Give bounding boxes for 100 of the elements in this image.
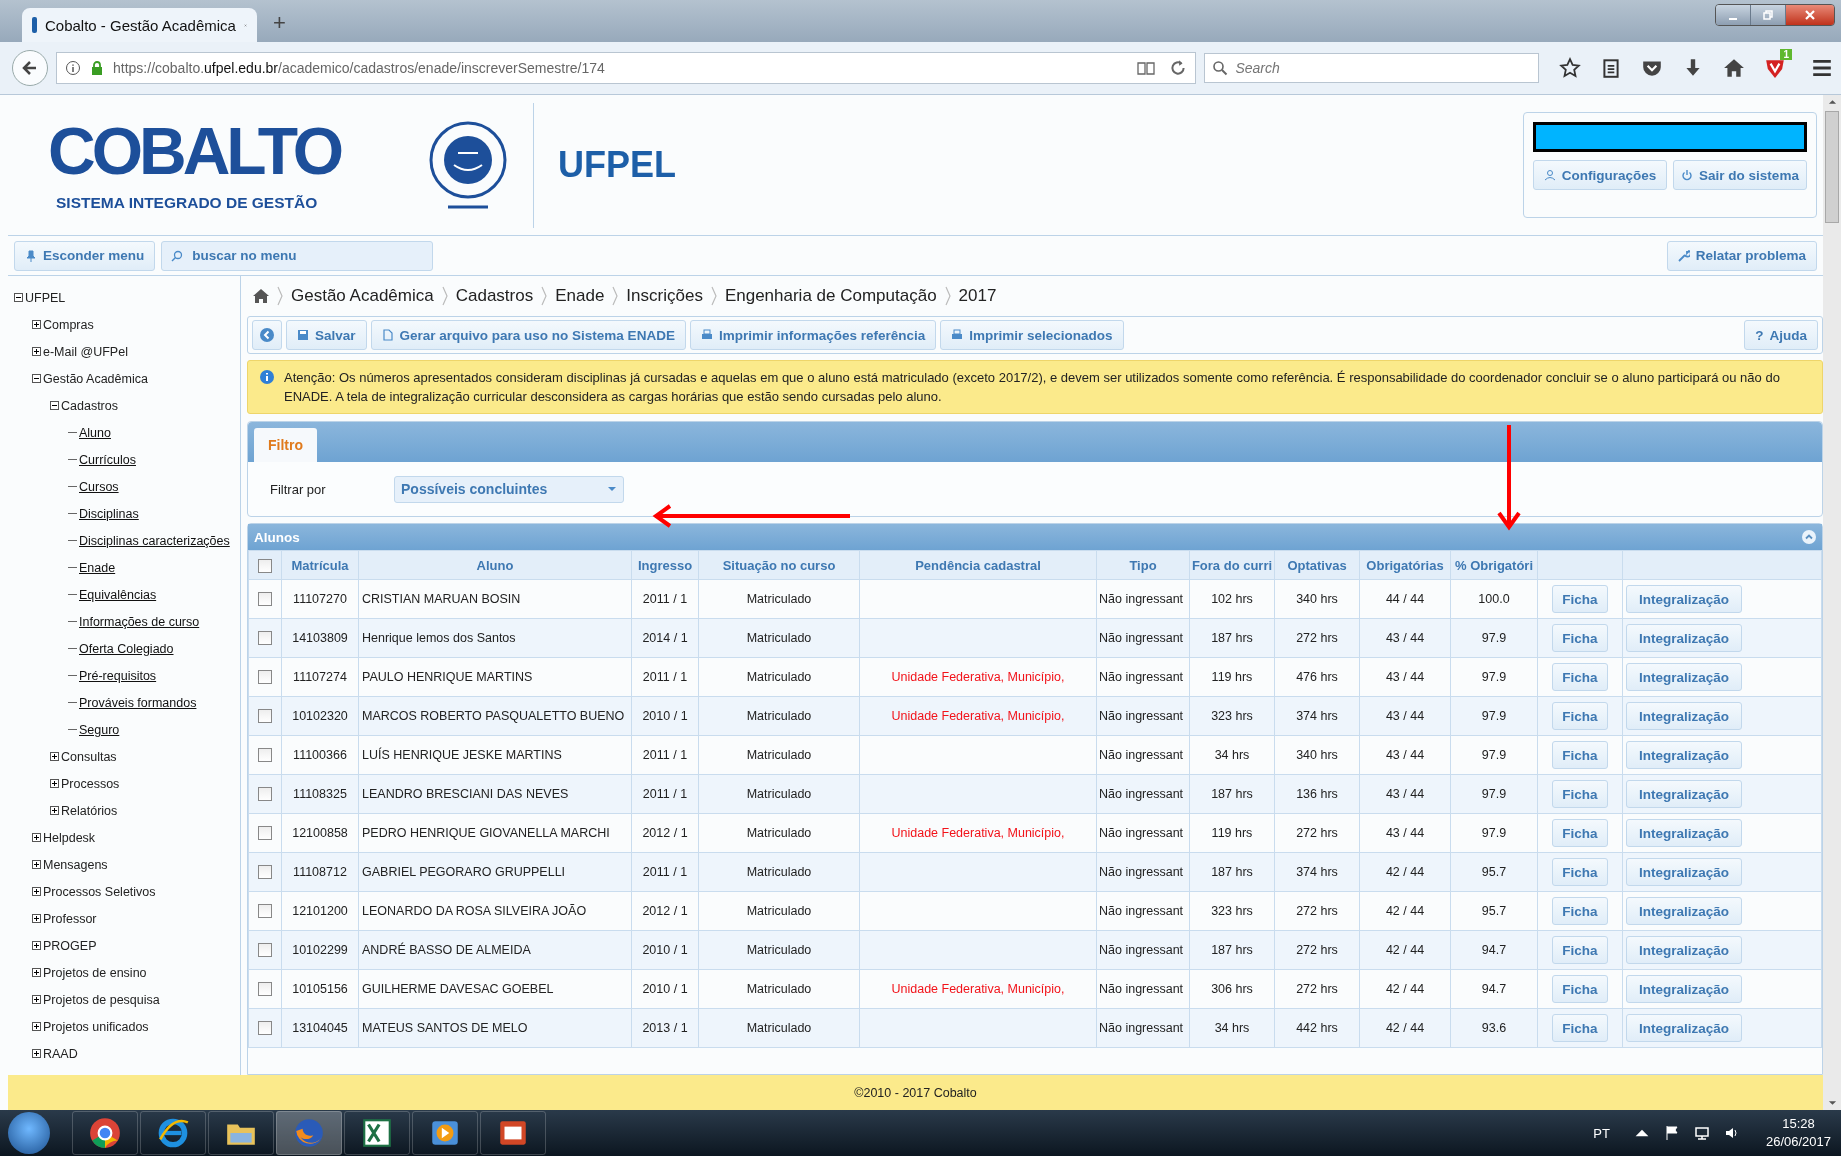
print-button[interactable]: Imprimir informações referência	[689, 320, 937, 350]
record-button[interactable]: Ficha	[1552, 936, 1608, 964]
tree-link[interactable]: Enade	[79, 560, 116, 575]
tree-link[interactable]: Disciplinas caracterizações	[79, 533, 230, 548]
tree-toggle-icon[interactable]	[32, 347, 41, 356]
tree-folder-item[interactable]: Professor	[43, 911, 97, 926]
record-button[interactable]: Ficha	[1552, 741, 1608, 769]
tree-folder-item[interactable]: Cadastros	[61, 398, 118, 413]
reader-view-icon[interactable]	[1137, 59, 1156, 77]
record-button[interactable]: Ficha	[1552, 780, 1608, 808]
home-icon[interactable]	[253, 288, 269, 304]
taskbar-button[interactable]	[140, 1111, 206, 1155]
tree-toggle-icon[interactable]	[32, 914, 41, 923]
filter-tab[interactable]: Filtro	[254, 428, 317, 462]
logout-button[interactable]: Sair do sistema	[1673, 160, 1807, 190]
breadcrumb-link[interactable]: 2017	[958, 286, 997, 306]
tree-toggle-icon[interactable]	[32, 968, 41, 977]
row-checkbox[interactable]	[258, 943, 272, 958]
tree-toggle-icon[interactable]	[32, 833, 41, 842]
record-button[interactable]: Ficha	[1552, 585, 1608, 613]
integration-button[interactable]: Integralização	[1626, 897, 1743, 925]
bookmark-star-icon[interactable]	[1559, 57, 1582, 79]
integration-button[interactable]: Integralização	[1626, 780, 1743, 808]
address-bar[interactable]: https://cobalto.ufpel.edu.br/academico/cadastros/enade/inscreverSemestre/174	[56, 52, 1197, 84]
row-checkbox[interactable]	[258, 709, 272, 724]
column-header[interactable]: Tipo	[1129, 557, 1157, 573]
row-checkbox[interactable]	[258, 592, 272, 607]
tree-link[interactable]: Informações de curso	[79, 614, 200, 629]
row-checkbox[interactable]	[258, 631, 272, 646]
tree-folder-item[interactable]: UFPEL	[25, 290, 66, 305]
tree-toggle-icon[interactable]	[50, 752, 59, 761]
breadcrumb-link[interactable]: Inscrições	[626, 286, 703, 306]
row-checkbox[interactable]	[258, 1021, 272, 1036]
tree-link[interactable]: Currículos	[79, 452, 136, 467]
row-checkbox[interactable]	[258, 826, 272, 841]
tree-toggle-icon[interactable]	[50, 401, 59, 410]
record-button[interactable]: Ficha	[1552, 624, 1608, 652]
integration-button[interactable]: Integralização	[1626, 702, 1743, 730]
integration-button[interactable]: Integralização	[1626, 975, 1743, 1003]
tree-link[interactable]: Aluno	[79, 425, 111, 440]
breadcrumb-link[interactable]: Cadastros	[455, 286, 534, 306]
integration-button[interactable]: Integralização	[1626, 858, 1743, 886]
taskbar-button[interactable]	[72, 1111, 138, 1155]
export-button[interactable]: Gerar arquivo para uso no Sistema ENADE	[370, 320, 686, 350]
clock[interactable]: 15:28 26/06/2017	[1765, 1115, 1831, 1151]
integration-button[interactable]: Integralização	[1626, 1014, 1743, 1042]
record-button[interactable]: Ficha	[1552, 858, 1608, 886]
integration-button[interactable]: Integralização	[1626, 663, 1743, 691]
info-icon[interactable]	[65, 60, 81, 76]
menu-icon[interactable]	[1811, 57, 1833, 79]
flag-icon[interactable]	[1663, 1125, 1680, 1141]
help-button[interactable]: ? Ajuda	[1744, 320, 1818, 350]
row-checkbox[interactable]	[258, 787, 272, 802]
hide-menu-button[interactable]: Esconder menu	[14, 240, 156, 271]
tree-toggle-icon[interactable]	[32, 995, 41, 1004]
browser-tab[interactable]: Cobalto - Gestão Acadêmica	[22, 8, 257, 42]
tree-link[interactable]: Disciplinas	[79, 506, 139, 521]
integration-button[interactable]: Integralização	[1626, 624, 1743, 652]
tree-link[interactable]: Pré-requisitos	[79, 668, 157, 683]
breadcrumb-link[interactable]: Enade	[555, 286, 605, 306]
tree-toggle-icon[interactable]	[32, 320, 41, 329]
taskbar-button[interactable]	[412, 1111, 478, 1155]
record-button[interactable]: Ficha	[1552, 975, 1608, 1003]
record-button[interactable]: Ficha	[1552, 819, 1608, 847]
browser-search-field[interactable]: Search	[1204, 53, 1540, 83]
record-button[interactable]: Ficha	[1552, 1014, 1608, 1042]
collapse-icon[interactable]	[1802, 530, 1816, 544]
tree-toggle-icon[interactable]	[32, 374, 41, 383]
tree-toggle-icon[interactable]	[50, 806, 59, 815]
tree-link[interactable]: Prováveis formandos	[79, 695, 197, 710]
row-checkbox[interactable]	[258, 748, 272, 763]
tree-toggle-icon[interactable]	[32, 1049, 41, 1058]
save-button[interactable]: Salvar	[286, 320, 367, 350]
row-checkbox[interactable]	[258, 904, 272, 919]
record-button[interactable]: Ficha	[1552, 702, 1608, 730]
close-button[interactable]	[1786, 5, 1834, 25]
integration-button[interactable]: Integralização	[1626, 741, 1743, 769]
scrollbar-thumb[interactable]	[1825, 111, 1839, 223]
scroll-down-icon[interactable]	[1827, 1100, 1837, 1106]
tree-folder-item[interactable]: Gestão Acadêmica	[43, 371, 148, 386]
page-scrollbar[interactable]	[1823, 95, 1841, 1110]
tree-folder-item[interactable]: Mensagens	[43, 857, 108, 872]
tree-folder-item[interactable]: Processos	[61, 776, 120, 791]
restore-button[interactable]	[1751, 5, 1786, 25]
volume-icon[interactable]	[1723, 1125, 1740, 1141]
integration-button[interactable]: Integralização	[1626, 585, 1743, 613]
tree-link[interactable]: Cursos	[79, 479, 119, 494]
scroll-up-icon[interactable]	[1827, 99, 1837, 105]
tree-folder-item[interactable]: e-Mail @UFPel	[43, 344, 128, 359]
new-tab-button[interactable]: +	[265, 10, 294, 42]
filter-dropdown[interactable]: Possíveis concluintes	[394, 475, 624, 503]
tree-toggle-icon[interactable]	[32, 887, 41, 896]
tree-folder-item[interactable]: Compras	[43, 317, 94, 332]
row-checkbox[interactable]	[258, 865, 272, 880]
row-checkbox[interactable]	[258, 670, 272, 685]
tree-folder-item[interactable]: Projetos de pesquisa	[43, 992, 160, 1007]
record-button[interactable]: Ficha	[1552, 897, 1608, 925]
tree-folder-item[interactable]: PROGEP	[43, 938, 97, 953]
tree-folder-item[interactable]: Projetos de ensino	[43, 965, 147, 980]
tree-link[interactable]: Seguro	[79, 722, 120, 737]
